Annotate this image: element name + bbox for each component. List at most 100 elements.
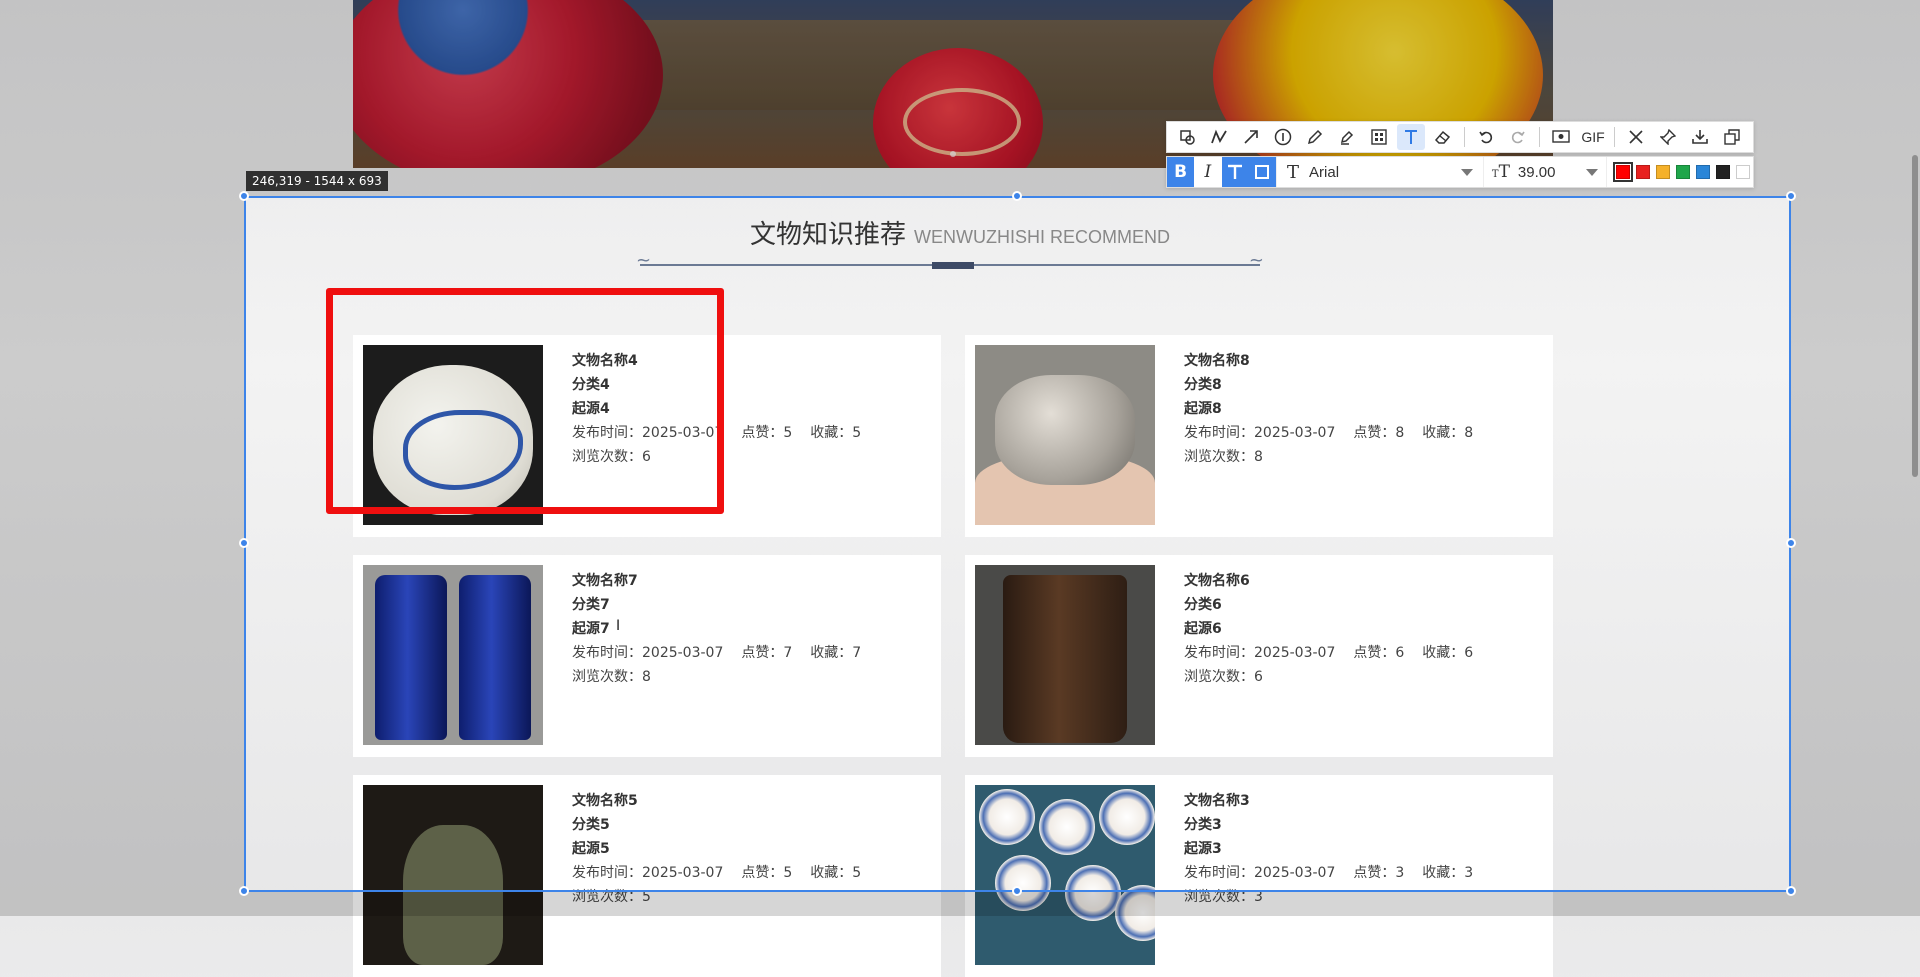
section-title-en: WENWUZHISHI RECOMMEND <box>914 227 1170 247</box>
artifact-origin: 起源8 <box>1184 401 1222 417</box>
artifact-name[interactable]: 文物名称8 <box>1184 349 1491 373</box>
artifact-origin: 起源6 <box>1184 621 1222 637</box>
likes-count: 点赞：3 <box>1353 865 1405 881</box>
red-rectangle-annotation[interactable] <box>326 288 724 514</box>
likes-count: 点赞：5 <box>741 425 793 441</box>
resize-handle-tl[interactable] <box>239 191 249 201</box>
likes-count: 点赞：6 <box>1353 645 1405 661</box>
font-family-select[interactable]: T Arial <box>1276 157 1483 187</box>
artifact-image[interactable] <box>975 785 1155 965</box>
font-size-value: 39.00 <box>1517 163 1556 181</box>
page-scrollbar[interactable] <box>1910 0 1920 916</box>
gif-button[interactable]: GIF <box>1579 124 1607 150</box>
favorites-count: 收藏：7 <box>810 645 862 661</box>
color-swatch-black[interactable] <box>1716 165 1730 179</box>
section-title: 文物知识推荐 WENWUZHISHI RECOMMEND <box>0 214 1920 251</box>
favorites-count: 收藏：5 <box>810 865 862 881</box>
artifact-name[interactable]: 文物名称7 <box>572 569 879 593</box>
color-swatch-white[interactable] <box>1736 165 1750 179</box>
chevron-down-icon <box>1460 168 1473 176</box>
dim-overlay-left <box>0 196 244 916</box>
mosaic-icon[interactable] <box>1365 124 1393 150</box>
artifact-name[interactable]: 文物名称6 <box>1184 569 1491 593</box>
likes-count: 点赞：8 <box>1353 425 1405 441</box>
chevron-down-icon <box>1586 168 1598 176</box>
text-icon[interactable] <box>1397 124 1425 150</box>
resize-handle-b[interactable] <box>1012 886 1022 896</box>
color-swatch-orange[interactable] <box>1656 165 1670 179</box>
annotation-toolbar: GIF <box>1166 121 1754 153</box>
section-title-cn: 文物知识推荐 <box>750 220 907 250</box>
artifact-name[interactable]: 文物名称3 <box>1184 789 1491 813</box>
resize-handle-tr[interactable] <box>1786 191 1796 201</box>
artifact-category: 分类6 <box>1184 597 1222 613</box>
resize-handle-br[interactable] <box>1786 886 1796 896</box>
artifact-image[interactable] <box>363 785 543 965</box>
redo-icon[interactable] <box>1504 124 1532 150</box>
eraser-icon[interactable] <box>1429 124 1457 150</box>
resize-handle-l[interactable] <box>239 538 249 548</box>
artifact-category: 分类5 <box>572 817 610 833</box>
artifact-card[interactable]: 文物名称6 分类6 起源6 发布时间：2025-03-07 点赞：6 收藏：6 浏览… <box>965 555 1553 757</box>
publish-date: 发布时间：2025-03-07 <box>1184 645 1336 661</box>
undo-icon[interactable] <box>1472 124 1500 150</box>
artifact-category: 分类7 <box>572 597 610 613</box>
color-swatch-green[interactable] <box>1676 165 1690 179</box>
dim-overlay-right <box>1791 196 1920 916</box>
artifact-image[interactable] <box>363 565 543 745</box>
color-swatch-blue[interactable] <box>1696 165 1710 179</box>
rectangle-icon[interactable] <box>1173 124 1201 150</box>
polyline-icon[interactable] <box>1205 124 1233 150</box>
arrow-icon[interactable] <box>1237 124 1265 150</box>
bold-button[interactable]: B <box>1167 157 1195 187</box>
highlighter-icon[interactable] <box>1333 124 1361 150</box>
favorites-count: 收藏：3 <box>1422 865 1474 881</box>
artifact-card[interactable]: 文物名称8 分类8 起源8 发布时间：2025-03-07 点赞：8 收藏：8 浏览… <box>965 335 1553 537</box>
download-icon[interactable] <box>1686 124 1714 150</box>
artifact-category: 分类8 <box>1184 377 1222 393</box>
likes-count: 点赞：7 <box>741 645 793 661</box>
selection-size-label: 246,319 - 1544 x 693 <box>246 171 388 191</box>
title-accent-bar <box>932 262 974 269</box>
publish-date: 发布时间：2025-03-07 <box>1184 865 1336 881</box>
color-swatch-red[interactable] <box>1636 165 1650 179</box>
color-palette <box>1606 157 1753 187</box>
artifact-origin: 起源3 <box>1184 841 1222 857</box>
pin-icon[interactable] <box>1654 124 1682 150</box>
color-swatch-red-selected[interactable] <box>1613 162 1633 182</box>
publish-date: 发布时间：2025-03-07 <box>572 645 724 661</box>
text-background-button[interactable] <box>1248 157 1276 187</box>
views-count: 浏览次数：6 <box>1184 669 1263 685</box>
pencil-icon[interactable] <box>1301 124 1329 150</box>
font-size-icon: TT <box>1491 162 1510 182</box>
resize-handle-r[interactable] <box>1786 538 1796 548</box>
copy-icon[interactable] <box>1718 124 1746 150</box>
artifact-image[interactable] <box>975 345 1155 525</box>
resize-handle-t[interactable] <box>1012 191 1022 201</box>
font-icon: T <box>1287 161 1300 183</box>
artifact-image[interactable] <box>975 565 1155 745</box>
font-size-select[interactable]: TT 39.00 <box>1482 157 1606 187</box>
number-marker-icon[interactable] <box>1269 124 1297 150</box>
artifact-origin: 起源5 <box>572 841 610 857</box>
favorites-count: 收藏：5 <box>810 425 862 441</box>
text-cursor-icon: I <box>616 618 621 634</box>
text-format-toolbar: B I T Arial TT 39.00 <box>1166 156 1754 188</box>
artifact-name[interactable]: 文物名称5 <box>572 789 879 813</box>
close-icon[interactable] <box>1622 124 1650 150</box>
views-count: 浏览次数：8 <box>572 669 651 685</box>
favorites-count: 收藏：6 <box>1422 645 1474 661</box>
screen-record-icon[interactable] <box>1547 124 1575 150</box>
font-family-value: Arial <box>1309 163 1340 181</box>
artifact-card[interactable]: 文物名称3 分类3 起源3 发布时间：2025-03-07 点赞：3 收藏：3 浏览… <box>965 775 1553 977</box>
resize-handle-bl[interactable] <box>239 886 249 896</box>
artifact-card[interactable]: 文物名称7 分类7 起源7 发布时间：2025-03-07 点赞：7 收藏：7 浏览… <box>353 555 941 757</box>
publish-date: 发布时间：2025-03-07 <box>572 865 724 881</box>
italic-button[interactable]: I <box>1194 157 1221 187</box>
favorites-count: 收藏：8 <box>1422 425 1474 441</box>
scrollbar-thumb[interactable] <box>1912 155 1918 477</box>
text-outline-button[interactable] <box>1221 157 1249 187</box>
artifact-card[interactable]: 文物名称5 分类5 起源5 发布时间：2025-03-07 点赞：5 收藏：5 浏览… <box>353 775 941 977</box>
likes-count: 点赞：5 <box>741 865 793 881</box>
artifact-category: 分类3 <box>1184 817 1222 833</box>
